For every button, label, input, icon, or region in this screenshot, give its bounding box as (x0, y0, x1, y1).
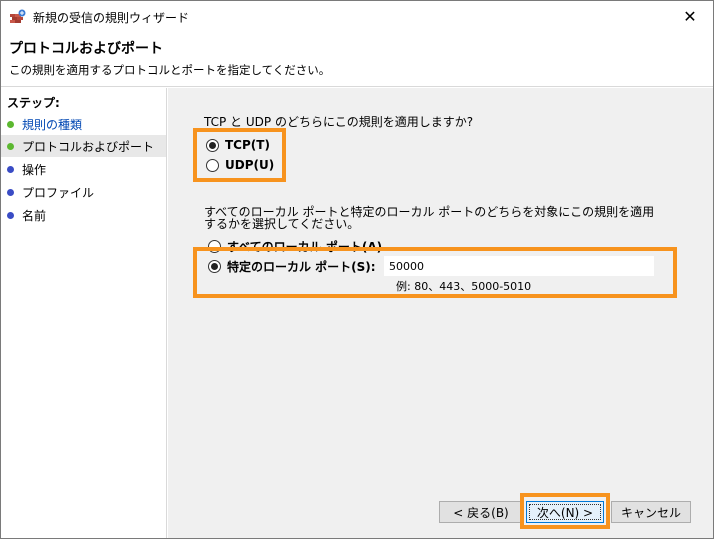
steps-label: ステップ: (7, 96, 60, 110)
tcp-radio-label: TCP(T) (225, 138, 270, 152)
wizard-window: 新規の受信の規則ウィザード ✕ プロトコルおよびポート この規則を適用するプロト… (0, 0, 714, 539)
step-pending-icon (7, 211, 14, 219)
protocol-highlight-box (193, 128, 286, 182)
close-icon: ✕ (683, 6, 697, 26)
tcp-radio[interactable] (206, 138, 219, 152)
step-name: 名前 (1, 204, 166, 226)
steps-sidebar: ステップ: 規則の種類 プロトコルおよびポート 操作 プロファイル 名前 (1, 88, 167, 538)
udp-radio-option[interactable]: UDP(U) (206, 158, 274, 172)
all-ports-radio-option[interactable]: すべてのローカル ポート(A) (208, 238, 382, 255)
step-pending-icon (7, 188, 14, 196)
protocol-question: TCP と UDP のどちらにこの規則を適用しますか? (204, 115, 474, 129)
specific-ports-input[interactable] (384, 256, 654, 276)
firewall-wizard-icon (10, 9, 26, 23)
tcp-radio-option[interactable]: TCP(T) (206, 138, 270, 152)
step-label: 規則の種類 (22, 117, 83, 132)
all-ports-radio-label: すべてのローカル ポート(A) (227, 240, 383, 254)
specific-ports-radio[interactable] (208, 260, 221, 273)
step-label: 名前 (22, 208, 47, 223)
close-button[interactable]: ✕ (667, 1, 713, 31)
step-action: 操作 (1, 158, 166, 180)
step-label: プロトコルおよびポート (22, 139, 155, 154)
step-label: プロファイル (22, 185, 95, 200)
page-header: プロトコルおよびポート この規則を適用するプロトコルとポートを指定してください。 (1, 31, 713, 87)
step-done-icon (7, 120, 14, 128)
step-current-icon (7, 142, 14, 150)
title-bar: 新規の受信の規則ウィザード ✕ (1, 1, 713, 31)
specific-ports-radio-option[interactable]: 特定のローカル ポート(S): (208, 258, 376, 275)
back-button[interactable]: < 戻る(B) (439, 501, 523, 523)
content-panel: TCP と UDP のどちらにこの規則を適用しますか? TCP(T) UDP(U… (168, 88, 713, 538)
page-title: プロトコルおよびポート (9, 41, 163, 57)
step-label: 操作 (22, 162, 47, 177)
step-pending-icon (7, 165, 14, 173)
step-profile: プロファイル (1, 181, 166, 203)
udp-radio[interactable] (206, 158, 219, 172)
all-ports-radio[interactable] (208, 240, 221, 253)
ports-example-hint: 例: 80、443、5000-5010 (396, 280, 532, 293)
cancel-button[interactable]: キャンセル (611, 501, 691, 523)
step-rule-type[interactable]: 規則の種類 (1, 113, 166, 135)
step-protocol-ports[interactable]: プロトコルおよびポート (1, 135, 166, 157)
window-title: 新規の受信の規則ウィザード (33, 11, 190, 25)
page-description: この規則を適用するプロトコルとポートを指定してください。 (9, 63, 331, 77)
specific-ports-radio-label: 特定のローカル ポート(S): (227, 260, 376, 274)
ports-question: すべてのローカル ポートと特定のローカル ポートのどちらを対象にこの規則を適用す… (204, 205, 655, 231)
udp-radio-label: UDP(U) (225, 158, 275, 172)
next-button[interactable]: 次へ(N) > (526, 501, 604, 523)
